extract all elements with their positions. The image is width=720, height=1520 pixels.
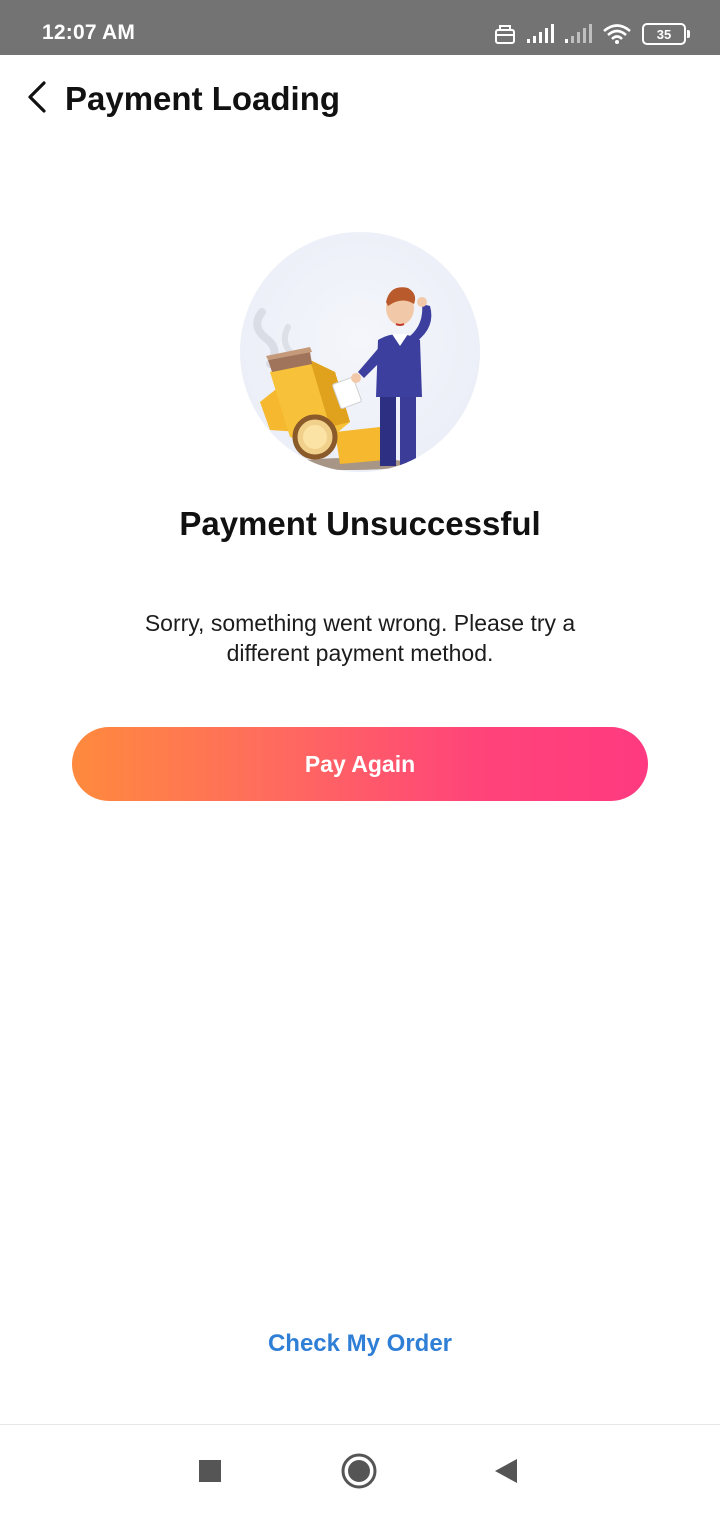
system-nav-bar	[0, 1424, 720, 1520]
signal-icon	[526, 24, 554, 44]
home-button[interactable]	[339, 1453, 379, 1493]
check-my-order-link[interactable]: Check My Order	[0, 1330, 720, 1358]
recents-button[interactable]	[190, 1453, 230, 1493]
home-icon	[340, 1452, 378, 1495]
screen: 12:07 AM 35 Payment Loading Payment Unsu…	[0, 0, 720, 1520]
wifi-icon	[602, 23, 632, 45]
status-time: 12:07 AM	[42, 21, 136, 44]
signal-weak-icon	[564, 24, 592, 44]
recents-icon	[198, 1459, 222, 1488]
app-header: Payment Loading	[0, 55, 720, 145]
result-title: Payment Unsuccessful	[179, 505, 541, 542]
status-icons: 35	[494, 20, 690, 48]
back-icon	[493, 1457, 519, 1490]
back-button[interactable]	[20, 79, 54, 119]
status-bar: 12:07 AM 35	[0, 0, 720, 55]
failed-payment-illustration	[240, 232, 480, 472]
chevron-left-icon	[26, 80, 48, 119]
sim-card-icon	[494, 23, 516, 45]
pay-again-button[interactable]: Pay Again	[72, 727, 648, 801]
result-message: Sorry, something went wrong. Please try …	[144, 610, 576, 666]
nav-back-button[interactable]	[486, 1453, 526, 1493]
page-title: Payment Loading	[65, 80, 341, 117]
battery-icon: 35	[642, 23, 690, 45]
